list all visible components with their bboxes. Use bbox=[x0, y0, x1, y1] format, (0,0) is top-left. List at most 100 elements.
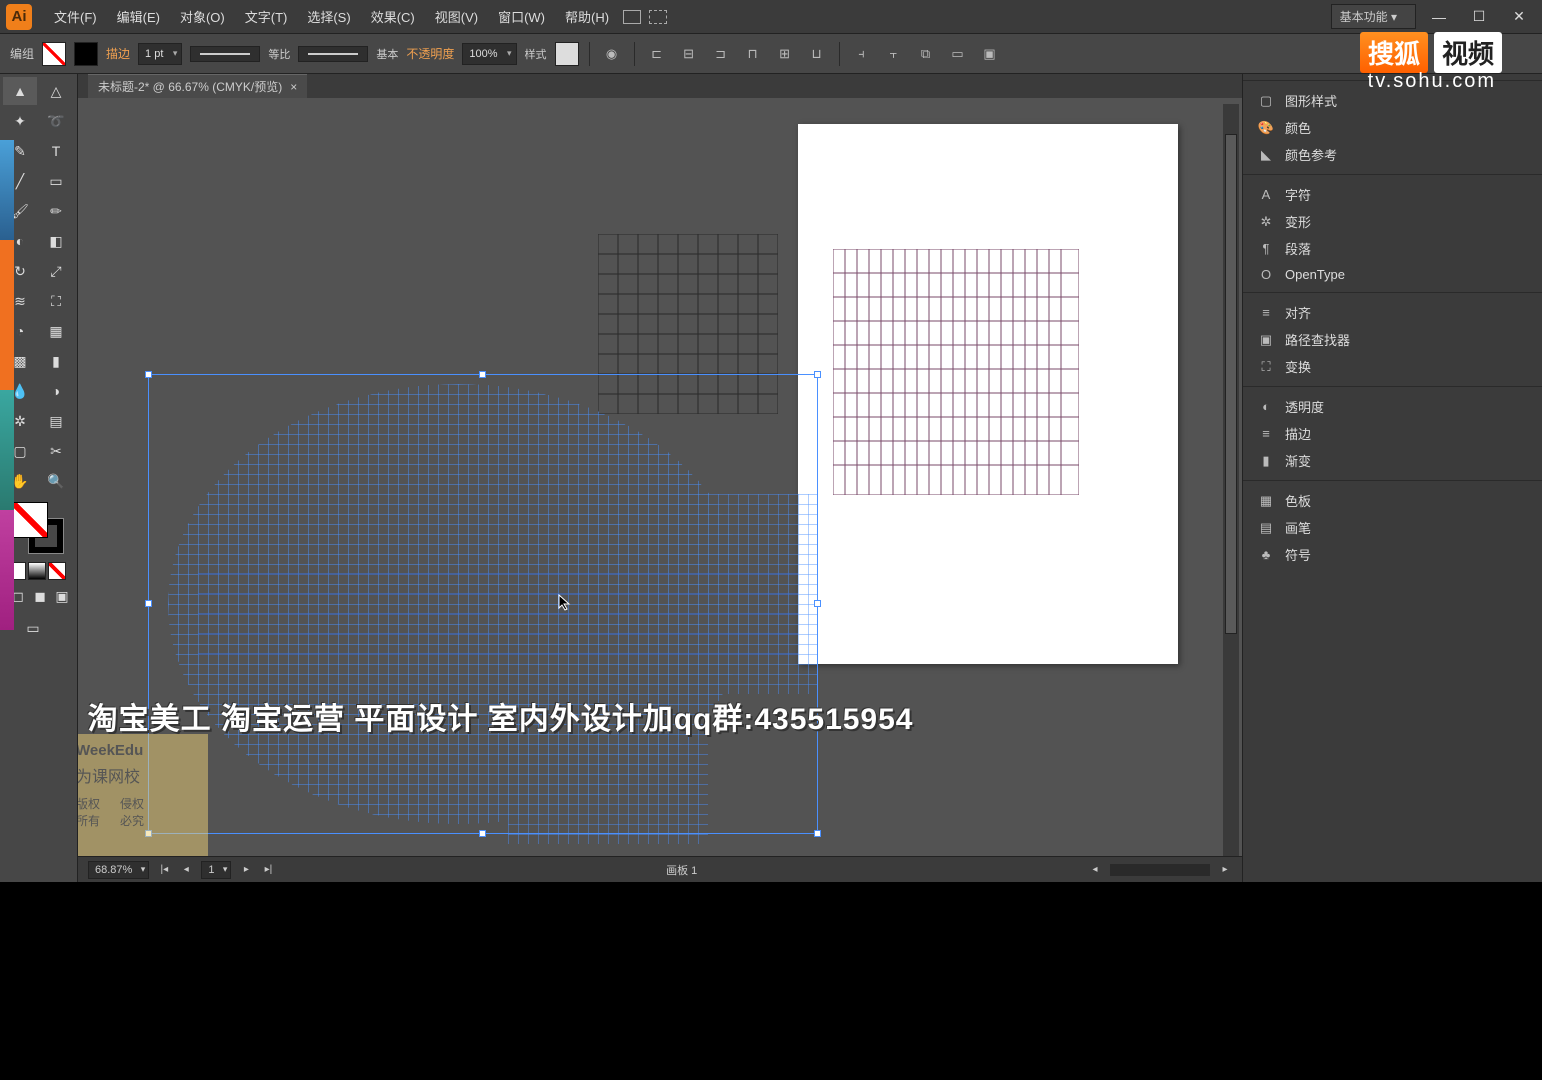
menu-type[interactable]: 文字(T) bbox=[235, 3, 298, 30]
zoom-tool[interactable]: 🔍 bbox=[39, 467, 73, 495]
align-bottom-icon[interactable]: ⊔ bbox=[805, 42, 829, 66]
eraser-tool[interactable]: ◧ bbox=[39, 227, 73, 255]
pencil-tool[interactable]: ✏ bbox=[39, 197, 73, 225]
panel-swatches[interactable]: ▦色板 bbox=[1243, 487, 1542, 514]
handle-e[interactable] bbox=[814, 600, 821, 607]
scale-tool[interactable]: ⤢ bbox=[39, 257, 73, 285]
horizontal-scrollbar[interactable] bbox=[1110, 864, 1210, 876]
menu-help[interactable]: 帮助(H) bbox=[555, 3, 619, 30]
full-screen-icon[interactable]: ◼ bbox=[31, 587, 49, 605]
free-transform-tool[interactable]: ⛶ bbox=[39, 287, 73, 315]
selection-bounding-box[interactable] bbox=[148, 374, 818, 834]
panel-character[interactable]: A字符 bbox=[1243, 181, 1542, 208]
artboard-number-input[interactable]: 1 bbox=[201, 861, 231, 879]
panel-label: OpenType bbox=[1285, 267, 1345, 282]
watermark-col2a: 侵权 bbox=[120, 795, 144, 812]
distribute-v-icon[interactable]: ⫟ bbox=[882, 42, 906, 66]
panel-stroke[interactable]: ≡描边 bbox=[1243, 420, 1542, 447]
vertical-scrollbar[interactable] bbox=[1223, 104, 1239, 986]
panel-symbols[interactable]: ♣符号 bbox=[1243, 541, 1542, 568]
handle-se[interactable] bbox=[814, 830, 821, 837]
artboard-last-icon[interactable]: ▸| bbox=[261, 863, 275, 877]
artboard-prev-icon[interactable]: ◂ bbox=[179, 863, 193, 877]
screen-mode-icon[interactable] bbox=[649, 10, 667, 24]
presentation-icon[interactable]: ▣ bbox=[53, 587, 71, 605]
panel-label: 段落 bbox=[1285, 239, 1311, 258]
panel-opentype[interactable]: OOpenType bbox=[1243, 262, 1542, 286]
align-top-icon[interactable]: ⊓ bbox=[741, 42, 765, 66]
type-tool[interactable]: T bbox=[39, 137, 73, 165]
arrange-documents-icon[interactable] bbox=[623, 10, 641, 24]
minimize-button[interactable]: — bbox=[1422, 6, 1456, 28]
panel-paragraph[interactable]: ¶段落 bbox=[1243, 235, 1542, 262]
selection-tool[interactable]: ▲ bbox=[3, 77, 37, 105]
clip-mask-icon[interactable]: ▣ bbox=[978, 42, 1002, 66]
panel-transform-type[interactable]: ✲变形 bbox=[1243, 208, 1542, 235]
panel-pathfinder[interactable]: ▣路径查找器 bbox=[1243, 326, 1542, 353]
panel-align[interactable]: ≡对齐 bbox=[1243, 299, 1542, 326]
panel-transform[interactable]: ⛶变换 bbox=[1243, 353, 1542, 380]
maximize-button[interactable]: ☐ bbox=[1462, 6, 1496, 28]
align-center-h-icon[interactable]: ⊟ bbox=[677, 42, 701, 66]
handle-n[interactable] bbox=[479, 371, 486, 378]
fill-box[interactable] bbox=[12, 502, 48, 538]
none-mode-icon[interactable] bbox=[48, 562, 66, 580]
stroke-swatch[interactable] bbox=[74, 42, 98, 66]
fill-stroke-control[interactable] bbox=[12, 502, 64, 554]
artboard-next-icon[interactable]: ▸ bbox=[239, 863, 253, 877]
artboard-first-icon[interactable]: |◂ bbox=[157, 863, 171, 877]
scroll-right-icon[interactable]: ▸ bbox=[1218, 863, 1232, 877]
menu-edit[interactable]: 编辑(E) bbox=[107, 3, 170, 30]
profile-label: 基本 bbox=[376, 46, 398, 62]
direct-selection-tool[interactable]: △ bbox=[39, 77, 73, 105]
rectangle-tool[interactable]: ▭ bbox=[39, 167, 73, 195]
menu-file[interactable]: 文件(F) bbox=[44, 3, 107, 30]
document-tab-title: 未标题-2* @ 66.67% (CMYK/预览) bbox=[98, 78, 282, 95]
gradient-tool[interactable]: ▮ bbox=[39, 347, 73, 375]
menu-view[interactable]: 视图(V) bbox=[425, 3, 488, 30]
brushes-icon: ▤ bbox=[1257, 520, 1275, 536]
column-graph-tool[interactable]: ▤ bbox=[39, 407, 73, 435]
perspective-grid-tool[interactable]: ▦ bbox=[39, 317, 73, 345]
panel-gradient[interactable]: ▮渐变 bbox=[1243, 447, 1542, 474]
stroke-weight-input[interactable]: 1 pt bbox=[138, 43, 182, 65]
menu-window[interactable]: 窗口(W) bbox=[488, 3, 555, 30]
align-center-v-icon[interactable]: ⊞ bbox=[773, 42, 797, 66]
panel-transparency[interactable]: ◐透明度 bbox=[1243, 393, 1542, 420]
tab-close-icon[interactable]: × bbox=[290, 80, 297, 94]
panel-brushes[interactable]: ▤画笔 bbox=[1243, 514, 1542, 541]
menu-effect[interactable]: 效果(C) bbox=[361, 3, 425, 30]
distribute-h-icon[interactable]: ⫞ bbox=[850, 42, 874, 66]
recolor-icon[interactable]: ◉ bbox=[600, 42, 624, 66]
handle-w[interactable] bbox=[145, 600, 152, 607]
document-tab[interactable]: 未标题-2* @ 66.67% (CMYK/预览) × bbox=[88, 74, 307, 98]
transform-icon[interactable]: ⧉ bbox=[914, 42, 938, 66]
panel-color[interactable]: 🎨颜色 bbox=[1243, 114, 1542, 141]
graphic-style-swatch[interactable] bbox=[555, 42, 579, 66]
handle-nw[interactable] bbox=[145, 371, 152, 378]
zoom-level-input[interactable]: 68.87% bbox=[88, 861, 149, 879]
gradient-mode-icon[interactable] bbox=[28, 562, 46, 580]
scrollbar-thumb[interactable] bbox=[1225, 134, 1237, 634]
isolate-icon[interactable]: ▭ bbox=[946, 42, 970, 66]
stroke-dash-dropdown[interactable] bbox=[190, 46, 260, 62]
magic-wand-tool[interactable]: ✦ bbox=[3, 107, 37, 135]
menu-object[interactable]: 对象(O) bbox=[170, 3, 235, 30]
menu-select[interactable]: 选择(S) bbox=[297, 3, 360, 30]
close-button[interactable]: ✕ bbox=[1502, 6, 1536, 28]
slice-tool[interactable]: ✂ bbox=[39, 437, 73, 465]
stroke-profile-dropdown[interactable] bbox=[298, 46, 368, 62]
panel-label: 图形样式 bbox=[1285, 91, 1337, 110]
opacity-input[interactable]: 100% bbox=[462, 43, 516, 65]
fill-swatch[interactable] bbox=[42, 42, 66, 66]
handle-ne[interactable] bbox=[814, 371, 821, 378]
blend-tool[interactable]: ◑ bbox=[39, 377, 73, 405]
panel-color-guide[interactable]: ◣颜色参考 bbox=[1243, 141, 1542, 168]
lasso-tool[interactable]: ➰ bbox=[39, 107, 73, 135]
workspace-switcher[interactable]: 基本功能 ▾ bbox=[1331, 4, 1416, 29]
scroll-left-icon[interactable]: ◂ bbox=[1088, 863, 1102, 877]
panel-label: 颜色 bbox=[1285, 118, 1311, 137]
handle-s[interactable] bbox=[479, 830, 486, 837]
align-left-icon[interactable]: ⊏ bbox=[645, 42, 669, 66]
align-right-icon[interactable]: ⊐ bbox=[709, 42, 733, 66]
